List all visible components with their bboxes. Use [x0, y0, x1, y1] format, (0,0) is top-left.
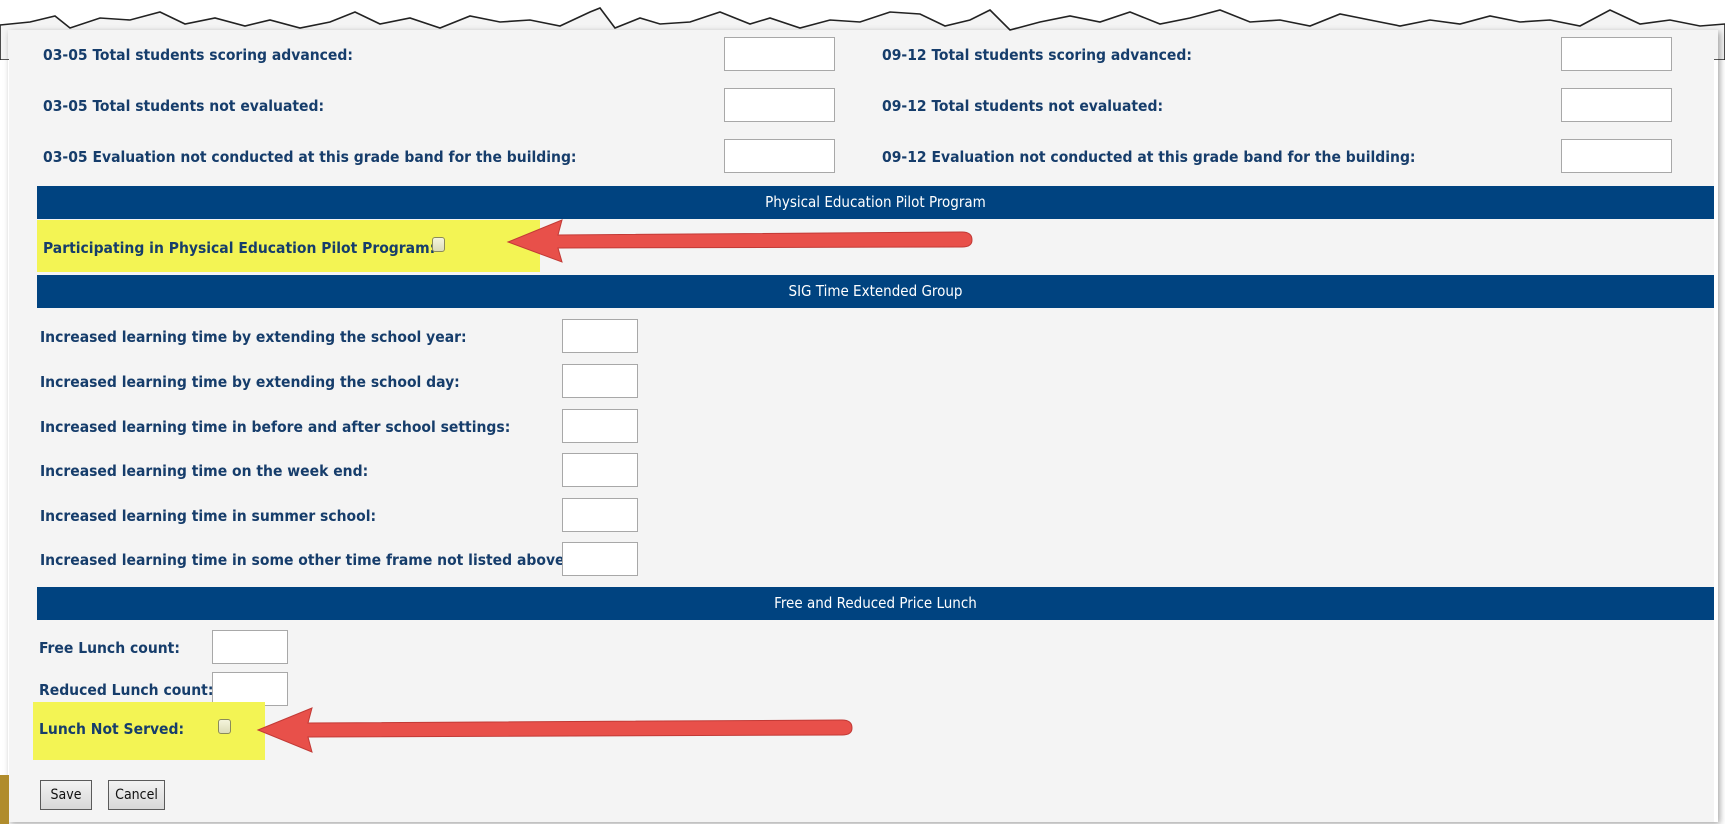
sig-field-label: Increased learning time in summer school…: [40, 507, 377, 525]
grade-row-left-input[interactable]: [724, 139, 835, 173]
red-arrow-left-icon: [256, 707, 853, 753]
sig-field-label: Increased learning time by extending the…: [40, 328, 467, 346]
free-lunch-input[interactable]: [212, 630, 288, 664]
free-lunch-label: Free Lunch count:: [39, 639, 180, 657]
save-button[interactable]: Save: [40, 780, 92, 810]
sig-field-input[interactable]: [562, 542, 638, 576]
sig-field-input[interactable]: [562, 319, 638, 353]
grade-row-right-label: 09-12 Total students not evaluated:: [882, 97, 1164, 115]
grade-row-left-label: 03-05 Total students scoring advanced:: [43, 46, 353, 64]
sig-field-input[interactable]: [562, 364, 638, 398]
grade-row-right-input[interactable]: [1561, 139, 1672, 173]
grade-row-right-input[interactable]: [1561, 37, 1672, 71]
lunch-not-served-label: Lunch Not Served:: [39, 720, 185, 738]
grade-row-right-label: 09-12 Evaluation not conducted at this g…: [882, 148, 1416, 166]
cancel-button[interactable]: Cancel: [108, 780, 165, 810]
sig-field-input[interactable]: [562, 453, 638, 487]
grade-row-left-input[interactable]: [724, 88, 835, 122]
sig-section-header: SIG Time Extended Group: [37, 275, 1714, 308]
sig-field-input[interactable]: [562, 498, 638, 532]
red-arrow-left-icon: [506, 219, 973, 263]
grade-row-right-input[interactable]: [1561, 88, 1672, 122]
gold-accent-bar: [0, 775, 9, 824]
grade-row-left-input[interactable]: [724, 37, 835, 71]
grade-row-left-label: 03-05 Total students not evaluated:: [43, 97, 325, 115]
lunch-section-header: Free and Reduced Price Lunch: [37, 587, 1714, 620]
pe-participating-checkbox[interactable]: [432, 237, 445, 252]
grade-row-left-label: 03-05 Evaluation not conducted at this g…: [43, 148, 577, 166]
sig-field-label: Increased learning time in before and af…: [40, 418, 511, 436]
grade-row-right-label: 09-12 Total students scoring advanced:: [882, 46, 1192, 64]
pe-participating-label: Participating in Physical Education Pilo…: [43, 239, 436, 257]
sig-field-input[interactable]: [562, 409, 638, 443]
sig-field-label: Increased learning time in some other ti…: [40, 551, 571, 569]
reduced-lunch-label: Reduced Lunch count:: [39, 681, 214, 699]
sig-field-label: Increased learning time by extending the…: [40, 373, 460, 391]
sig-field-label: Increased learning time on the week end:: [40, 462, 369, 480]
lunch-not-served-checkbox[interactable]: [218, 719, 231, 734]
